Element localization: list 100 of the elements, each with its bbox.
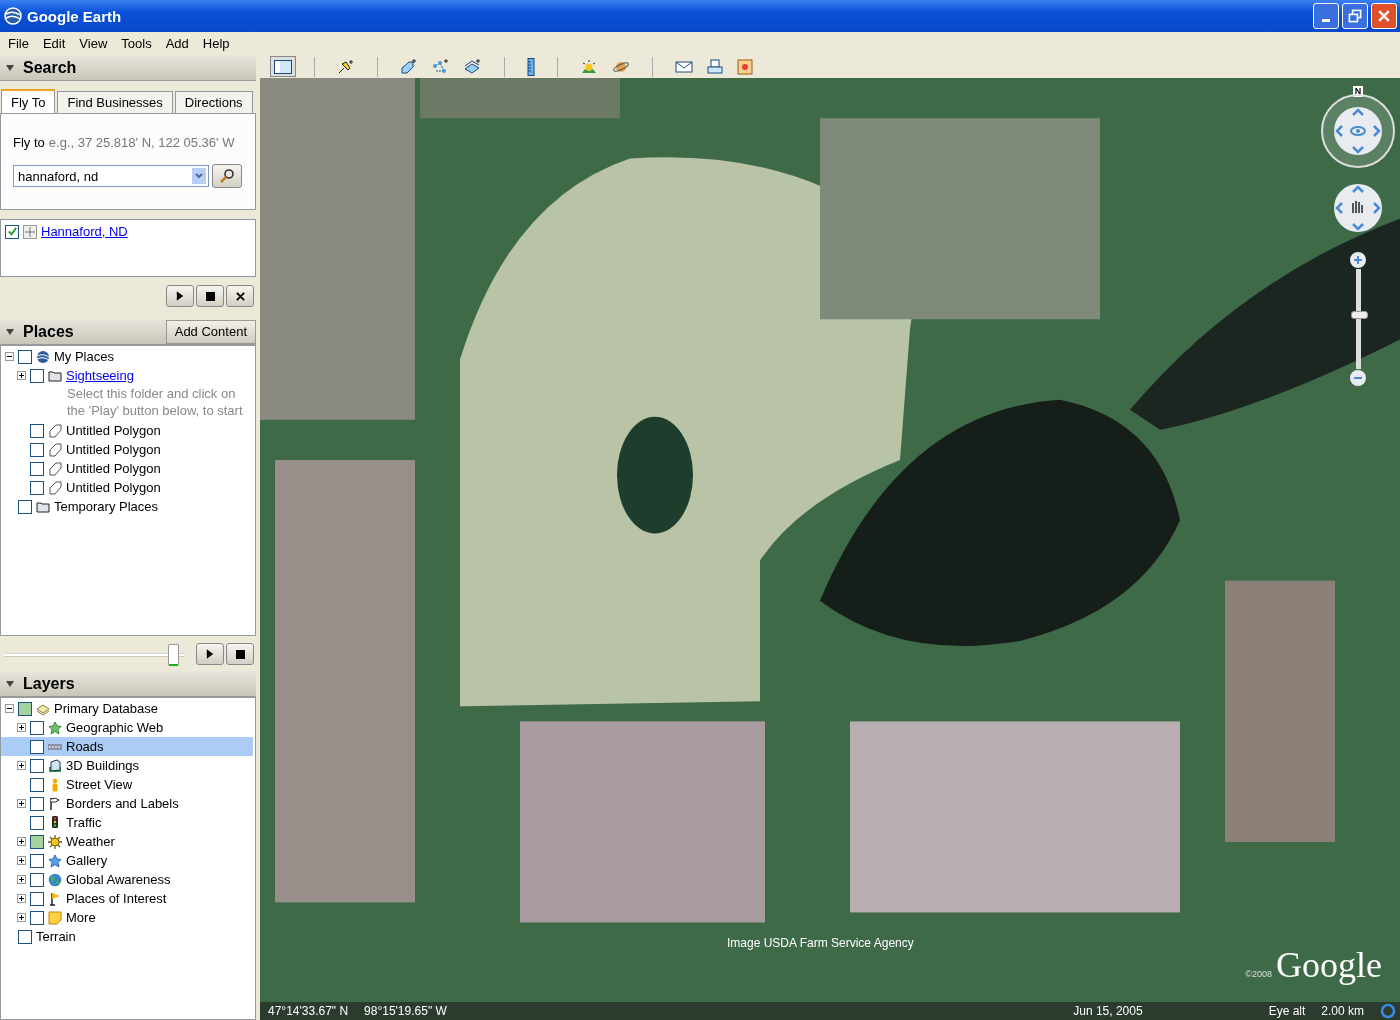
checkbox[interactable] (30, 442, 44, 457)
expand-toggle[interactable] (5, 704, 14, 713)
checkbox[interactable] (30, 796, 44, 811)
layer-label[interactable]: 3D Buildings (66, 758, 139, 773)
expand-toggle[interactable] (17, 799, 26, 808)
expand-toggle[interactable] (17, 723, 26, 732)
expand-toggle[interactable] (17, 837, 26, 846)
play-button[interactable] (166, 285, 194, 307)
tree-item-link[interactable]: Sightseeing (66, 368, 134, 383)
tab[interactable]: Find Businesses (57, 91, 173, 113)
layer-label[interactable]: Gallery (66, 853, 108, 868)
menu-item[interactable]: Help (195, 36, 237, 51)
add-content-button[interactable]: Add Content (165, 319, 256, 344)
stop-button[interactable] (226, 643, 254, 665)
zoom-slider[interactable] (1349, 251, 1367, 387)
expand-toggle[interactable] (17, 761, 26, 770)
globe-icon (48, 872, 62, 887)
checkbox[interactable] (30, 461, 44, 476)
checkbox[interactable] (30, 872, 44, 887)
layer-label[interactable]: Terrain (36, 929, 76, 944)
tree-item-label[interactable]: Untitled Polygon (66, 442, 161, 457)
zoom-slider-thumb[interactable] (1350, 311, 1368, 320)
menu-item[interactable]: View (72, 36, 115, 51)
checkbox[interactable] (18, 349, 32, 364)
note-icon (48, 910, 62, 925)
search-icon (219, 168, 235, 184)
checkbox[interactable] (18, 701, 32, 716)
tree-item-label[interactable]: Temporary Places (54, 499, 159, 514)
tree-item-label[interactable]: Untitled Polygon (66, 423, 161, 438)
checkbox[interactable] (30, 480, 44, 495)
search-button[interactable] (212, 164, 242, 188)
play-button[interactable] (196, 643, 224, 665)
menu-item[interactable]: Edit (35, 36, 73, 51)
checkbox[interactable] (30, 853, 44, 868)
dropdown-icon[interactable] (192, 168, 206, 184)
close-button[interactable] (226, 285, 254, 307)
checkbox[interactable] (30, 910, 44, 925)
tree-item-label[interactable]: My Places (54, 349, 114, 364)
sun-icon (48, 834, 62, 849)
close-icon (1376, 8, 1392, 24)
layer-label[interactable]: Street View (66, 777, 133, 792)
layer-label[interactable]: Borders and Labels (66, 796, 179, 811)
panel-title: Layers (23, 674, 75, 693)
layer-label[interactable]: Primary Database (54, 701, 159, 716)
star-icon (48, 853, 62, 868)
eye-alt-label: Eye alt (1268, 1004, 1306, 1018)
expand-toggle[interactable] (5, 352, 14, 361)
expand-toggle[interactable] (17, 371, 26, 380)
look-joystick-icon[interactable] (1320, 93, 1396, 169)
tab[interactable]: Fly To (1, 89, 56, 113)
streaming-ring-icon (1380, 1003, 1396, 1019)
checkbox[interactable] (30, 758, 44, 773)
checkbox[interactable] (30, 368, 44, 383)
zoom-in-icon[interactable] (1349, 251, 1367, 269)
tree-item-label[interactable]: Untitled Polygon (66, 461, 161, 476)
slider-thumb[interactable] (167, 643, 179, 666)
move-joystick-icon[interactable] (1333, 183, 1383, 233)
expand-toggle[interactable] (17, 894, 26, 903)
selected-row[interactable]: Roads (1, 737, 253, 756)
menu-item[interactable]: Add (158, 36, 196, 51)
tab[interactable]: Directions (174, 91, 253, 113)
collapse-triangle-icon (5, 678, 15, 689)
checkbox[interactable] (30, 777, 44, 792)
window-title: Google Earth (27, 7, 123, 25)
checkbox[interactable] (30, 720, 44, 735)
minimize-button[interactable] (1313, 3, 1339, 29)
checkbox[interactable] (5, 224, 19, 239)
expand-toggle[interactable] (17, 875, 26, 884)
layer-label[interactable]: Roads (66, 739, 104, 754)
checkbox[interactable] (30, 423, 44, 438)
sidebar-toggle-icon[interactable] (270, 56, 296, 77)
checkbox[interactable] (30, 739, 44, 754)
checkbox[interactable] (30, 834, 44, 849)
layer-label[interactable]: Traffic (66, 815, 102, 830)
zoom-out-icon[interactable] (1349, 369, 1367, 387)
layer-label[interactable]: Places of Interest (66, 891, 167, 906)
restore-button[interactable] (1342, 3, 1368, 29)
folder-icon (48, 368, 62, 383)
flag-icon (48, 891, 62, 906)
panel-header[interactable]: Search (0, 55, 256, 81)
layer-label[interactable]: Global Awareness (66, 872, 171, 887)
stop-button[interactable] (196, 285, 224, 307)
polygon-icon (48, 461, 62, 476)
search-field[interactable]: hannaford, nd (13, 165, 209, 187)
menu-item[interactable]: Tools (114, 36, 159, 51)
checkbox[interactable] (30, 891, 44, 906)
menu-item[interactable]: File (1, 36, 36, 51)
tree-item-label[interactable]: Untitled Polygon (66, 480, 161, 495)
checkbox[interactable] (18, 499, 32, 514)
minimize-icon (1322, 18, 1330, 22)
layer-label[interactable]: More (66, 910, 96, 925)
expand-toggle[interactable] (17, 913, 26, 922)
latitude-text: 47°14'33.67" N (268, 1004, 349, 1018)
layer-label[interactable]: Geographic Web (66, 720, 164, 735)
checkbox[interactable] (18, 929, 32, 944)
close-icon (235, 291, 245, 301)
result-link[interactable]: Hannaford, ND (41, 224, 128, 239)
checkbox[interactable] (30, 815, 44, 830)
layer-label[interactable]: Weather (66, 834, 115, 849)
expand-toggle[interactable] (17, 856, 26, 865)
